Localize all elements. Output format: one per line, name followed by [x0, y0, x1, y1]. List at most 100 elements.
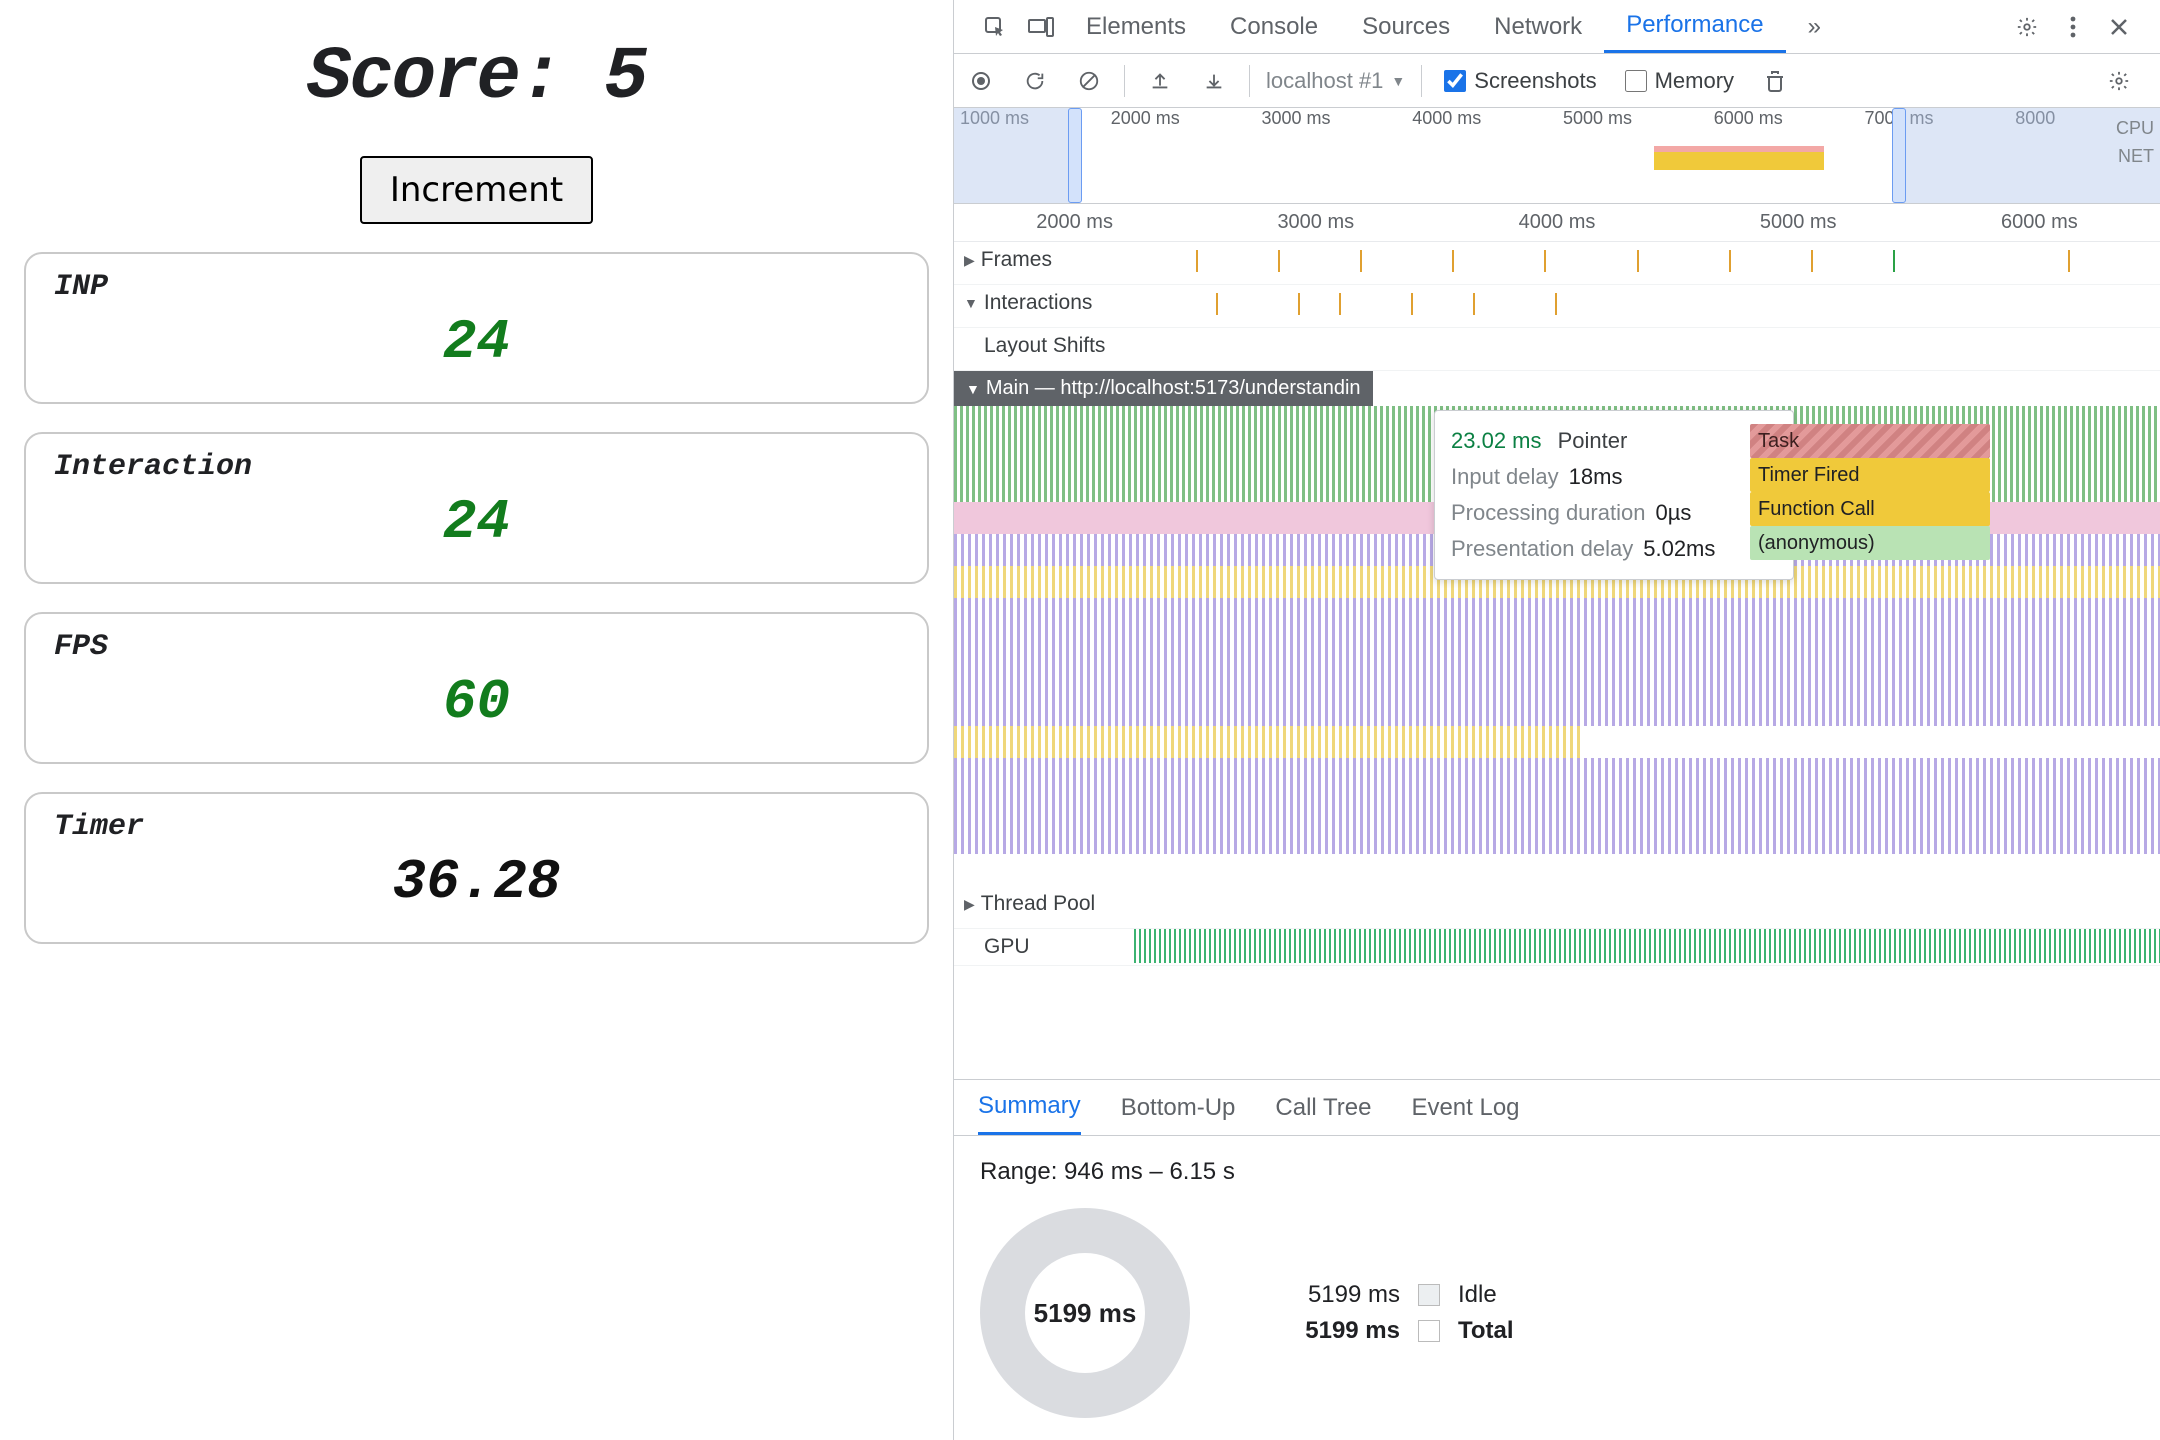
track-label: Thread Pool — [981, 892, 1095, 916]
tracks-area[interactable]: ▶Frames ▼Interactions Layout Shifts ▼ Ma… — [954, 242, 2160, 1079]
tab-sources[interactable]: Sources — [1340, 0, 1472, 53]
tab-console[interactable]: Console — [1208, 0, 1340, 53]
interactions-body[interactable] — [1134, 285, 2160, 327]
overview-cpu-label: CPU — [2116, 114, 2154, 142]
donut-center: 5199 ms — [1034, 1298, 1137, 1329]
main-ruler: 2000 ms 3000 ms 4000 ms 5000 ms 6000 ms — [954, 204, 2160, 242]
overview-activity-blob — [1654, 146, 1824, 170]
track-gpu[interactable]: GPU — [954, 929, 2160, 966]
increment-button[interactable]: Increment — [360, 156, 593, 224]
score-title: Score: 5 — [24, 36, 929, 120]
chevron-right-icon[interactable]: ▶ — [964, 896, 975, 913]
thread-pool-body[interactable] — [1134, 886, 2160, 928]
legend-label: Idle — [1458, 1281, 1497, 1309]
tooltip-val: 5.02ms — [1643, 536, 1715, 561]
track-interactions[interactable]: ▼Interactions — [954, 285, 2160, 328]
chevron-down-icon: ▼ — [1391, 73, 1405, 89]
screenshots-checkbox-input[interactable] — [1444, 70, 1466, 92]
device-toggle-icon[interactable] — [1024, 10, 1058, 44]
stat-label: FPS — [54, 630, 899, 664]
overview-handle-right[interactable] — [1892, 108, 1906, 203]
track-label: GPU — [984, 935, 1030, 959]
reload-record-icon[interactable] — [1016, 62, 1054, 100]
record-icon[interactable] — [962, 62, 1000, 100]
tab-network[interactable]: Network — [1472, 0, 1604, 53]
score-value: 5 — [604, 36, 646, 120]
clear-icon[interactable] — [1070, 62, 1108, 100]
summary-range: Range: 946 ms – 6.15 s — [980, 1158, 2134, 1186]
stat-label: INP — [54, 270, 899, 304]
stat-card-fps: FPS 60 — [24, 612, 929, 764]
upload-icon[interactable] — [1141, 62, 1179, 100]
legend-swatch-idle — [1418, 1284, 1440, 1306]
tab-event-log[interactable]: Event Log — [1411, 1094, 1519, 1122]
app-pane: Score: 5 Increment INP 24 Interaction 24… — [0, 0, 953, 1440]
tab-performance[interactable]: Performance — [1604, 0, 1785, 53]
stat-card-inp: INP 24 — [24, 252, 929, 404]
chevron-down-icon[interactable]: ▼ — [966, 381, 980, 397]
track-layout-shifts[interactable]: Layout Shifts — [954, 328, 2160, 371]
tooltip-key: Input delay — [1451, 464, 1559, 489]
tab-summary[interactable]: Summary — [978, 1080, 1081, 1135]
chevron-down-icon[interactable]: ▼ — [964, 295, 978, 311]
overview-handle-left[interactable] — [1068, 108, 1082, 203]
overview-tick: 5000 ms — [1557, 108, 1708, 134]
track-thread-pool[interactable]: ▶ Thread Pool — [954, 886, 2160, 929]
ruler-tick: 5000 ms — [1678, 211, 1919, 234]
overview-tick: 4000 ms — [1406, 108, 1557, 134]
track-frames[interactable]: ▶Frames — [954, 242, 2160, 285]
tab-bottom-up[interactable]: Bottom-Up — [1121, 1094, 1236, 1122]
stat-label: Interaction — [54, 450, 899, 484]
memory-checkbox-input[interactable] — [1625, 70, 1647, 92]
stat-label: Timer — [54, 810, 899, 844]
stat-value: 24 — [54, 310, 899, 374]
overview-timeline[interactable]: 1000 ms 2000 ms 3000 ms 4000 ms 5000 ms … — [954, 108, 2160, 204]
layout-shifts-body[interactable] — [1134, 328, 2160, 370]
flame-function-call[interactable]: Function Call — [1750, 492, 1990, 526]
devtools-tabs: Elements Console Sources Network Perform… — [954, 0, 2160, 54]
legend-label: Total — [1458, 1317, 1514, 1345]
inspect-icon[interactable] — [978, 10, 1012, 44]
track-main[interactable]: ▼ Main — http://localhost:5173/understan… — [954, 371, 2160, 406]
overview-net-label: NET — [2116, 142, 2154, 170]
flame-anonymous[interactable]: (anonymous) — [1750, 526, 1990, 560]
tab-call-tree[interactable]: Call Tree — [1275, 1094, 1371, 1122]
stat-value: 60 — [54, 670, 899, 734]
performance-toolbar: localhost #1 ▼ Screenshots Memory — [954, 54, 2160, 108]
recording-dropdown[interactable]: localhost #1 ▼ — [1266, 68, 1405, 94]
gear-icon[interactable] — [2100, 62, 2138, 100]
track-label: Main — http://localhost:5173/understandi… — [986, 377, 1361, 400]
memory-checkbox[interactable]: Memory — [1625, 68, 1734, 94]
tooltip-val: 0µs — [1655, 500, 1691, 525]
stat-card-interaction: Interaction 24 — [24, 432, 929, 584]
summary-legend: 5199 ms Idle 5199 ms Total — [1270, 1273, 1514, 1353]
increment-wrap: Increment — [24, 156, 929, 224]
gear-icon[interactable] — [2010, 10, 2044, 44]
summary-body: Range: 946 ms – 6.15 s 5199 ms 5199 ms I… — [954, 1136, 2160, 1440]
gpu-body[interactable] — [1134, 929, 2160, 963]
screenshots-label: Screenshots — [1474, 68, 1596, 94]
bottom-panel: Summary Bottom-Up Call Tree Event Log Ra… — [954, 1079, 2160, 1440]
gc-icon[interactable] — [1756, 62, 1794, 100]
close-icon[interactable] — [2102, 10, 2136, 44]
score-label: Score: — [307, 36, 561, 120]
flame-chart[interactable]: 23.02 ms Pointer Input delay18ms Process… — [954, 406, 2160, 886]
overview-tick: 6000 ms — [1708, 108, 1859, 134]
summary-donut: 5199 ms — [980, 1208, 1190, 1418]
kebab-icon[interactable] — [2056, 10, 2090, 44]
interaction-tooltip: 23.02 ms Pointer Input delay18ms Process… — [1434, 410, 1794, 580]
stat-value: 24 — [54, 490, 899, 554]
ruler-tick: 2000 ms — [954, 211, 1195, 234]
chevron-right-icon[interactable]: ▶ — [964, 252, 975, 269]
screenshots-checkbox[interactable]: Screenshots — [1444, 68, 1596, 94]
flame-task[interactable]: Task — [1750, 424, 1990, 458]
recording-dropdown-label: localhost #1 — [1266, 68, 1383, 94]
tooltip-val: 18ms — [1569, 464, 1623, 489]
download-icon[interactable] — [1195, 62, 1233, 100]
tab-elements[interactable]: Elements — [1064, 0, 1208, 53]
flame-timer-fired[interactable]: Timer Fired — [1750, 458, 1990, 492]
ruler-tick: 3000 ms — [1195, 211, 1436, 234]
tooltip-key: Presentation delay — [1451, 536, 1633, 561]
tab-more[interactable]: » — [1786, 0, 1843, 53]
frames-body[interactable] — [1134, 242, 2160, 284]
